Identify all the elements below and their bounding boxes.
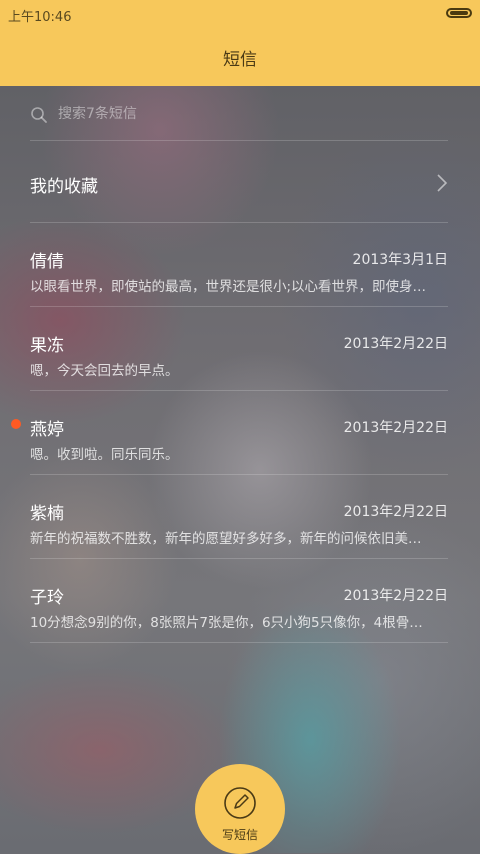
message-preview: 嗯。收到啦。同乐同乐。 xyxy=(30,447,179,463)
conversation-item[interactable]: 果冻 2013年2月22日 嗯，今天会回去的早点。 xyxy=(30,331,450,415)
contact-name: 燕婷 xyxy=(30,420,64,440)
divider xyxy=(30,642,448,643)
contact-name: 紫楠 xyxy=(30,504,64,524)
compose-button[interactable]: 写短信 xyxy=(195,764,285,854)
message-date: 2013年2月22日 xyxy=(343,588,448,604)
divider xyxy=(30,140,448,141)
unread-indicator xyxy=(11,419,21,429)
divider xyxy=(30,222,448,223)
message-date: 2013年2月22日 xyxy=(343,420,448,436)
status-bar: 上午10:46 xyxy=(0,0,480,28)
contact-name: 子玲 xyxy=(30,588,64,608)
message-date: 2013年3月1日 xyxy=(352,252,448,268)
compose-label: 写短信 xyxy=(221,828,258,842)
message-preview: 嗯，今天会回去的早点。 xyxy=(30,363,179,379)
favorites-item[interactable]: 我的收藏 xyxy=(30,164,450,204)
message-date: 2013年2月22日 xyxy=(343,336,448,352)
contact-name: 果冻 xyxy=(30,336,64,356)
status-time: 上午10:46 xyxy=(8,10,72,25)
conversation-item[interactable]: 燕婷 2013年2月22日 嗯。收到啦。同乐同乐。 xyxy=(30,415,450,499)
search-icon xyxy=(31,107,47,123)
contact-name: 倩倩 xyxy=(30,252,64,272)
search-input[interactable]: 搜索7条短信 xyxy=(30,104,450,126)
conversation-item[interactable]: 子玲 2013年2月22日 10分想念9别的你，8张照片7张是你，6只小狗5只像… xyxy=(30,583,450,667)
conversation-item[interactable]: 倩倩 2013年3月1日 以眼看世界，即使站的最高，世界还是很小;以心看世界，即… xyxy=(30,247,450,331)
message-preview: 新年的祝福数不胜数，新年的愿望好多好多，新年的问候依旧美… xyxy=(30,531,422,547)
divider xyxy=(30,474,448,475)
divider xyxy=(30,306,448,307)
conversation-item[interactable]: 紫楠 2013年2月22日 新年的祝福数不胜数，新年的愿望好多好多，新年的问候依… xyxy=(30,499,450,583)
compose-icon xyxy=(224,787,256,819)
divider xyxy=(30,390,448,391)
page-title: 短信 xyxy=(223,50,257,70)
message-preview: 以眼看世界，即使站的最高，世界还是很小;以心看世界，即使身… xyxy=(30,279,427,295)
chevron-right-icon xyxy=(437,174,448,192)
battery-icon xyxy=(446,8,472,18)
message-preview: 10分想念9别的你，8张照片7张是你，6只小狗5只像你，4根骨… xyxy=(30,615,423,631)
favorites-label: 我的收藏 xyxy=(30,177,98,197)
app-header: 短信 xyxy=(0,28,480,86)
search-placeholder: 搜索7条短信 xyxy=(58,106,137,122)
divider xyxy=(30,558,448,559)
message-date: 2013年2月22日 xyxy=(343,504,448,520)
